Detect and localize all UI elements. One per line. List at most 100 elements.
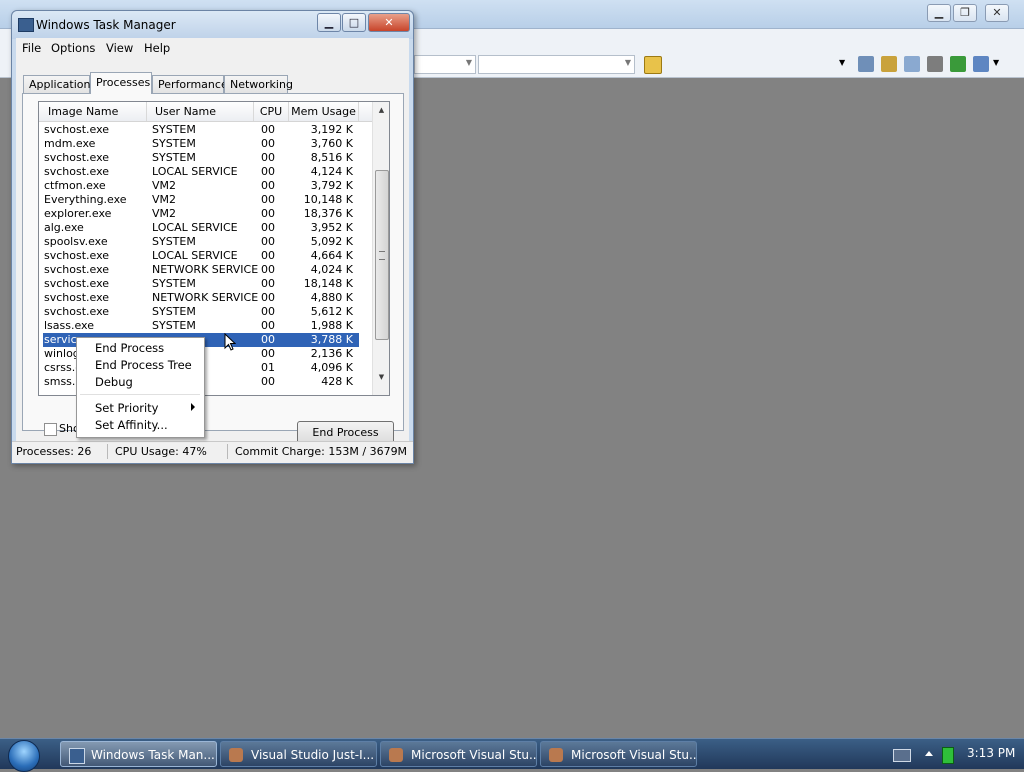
cell-mem-usage: 18,376 K <box>303 207 353 220</box>
cell-image-name: svchost.exe <box>44 249 110 262</box>
table-row[interactable]: mdm.exe SYSTEM 00 3,760 K <box>39 137 372 151</box>
show-all-processes-checkbox[interactable] <box>44 423 57 436</box>
taskbar-button-task-manager[interactable]: Windows Task Man... <box>60 741 217 767</box>
cell-cpu: 00 <box>261 123 275 136</box>
enter-icon[interactable] <box>950 56 966 72</box>
ctx-set-affinity[interactable]: Set Affinity... <box>95 418 168 432</box>
process-list-scrollbar[interactable]: ▲ ▼ <box>372 102 389 395</box>
properties-icon[interactable] <box>881 56 897 72</box>
cell-image-name: alg.exe <box>44 221 84 234</box>
menu-help[interactable]: Help <box>144 41 170 55</box>
table-row[interactable]: svchost.exe LOCAL SERVICE 00 4,124 K <box>39 165 372 179</box>
tools-icon[interactable] <box>927 56 943 72</box>
cell-image-name: Everything.exe <box>44 193 127 206</box>
start-button[interactable] <box>8 740 40 772</box>
keyboard-icon[interactable] <box>893 749 911 762</box>
table-row[interactable]: Everything.exe VM2 00 10,148 K <box>39 193 372 207</box>
grip-icon <box>379 251 385 260</box>
menu-view[interactable]: View <box>106 41 133 55</box>
scroll-down-arrow-icon[interactable]: ▼ <box>373 369 389 386</box>
toolbar-combo[interactable]: ▼ <box>414 55 476 74</box>
table-row[interactable]: svchost.exe NETWORK SERVICE 00 4,024 K <box>39 263 372 277</box>
scrollbar-thumb[interactable] <box>375 170 389 340</box>
task-manager-icon <box>18 18 34 32</box>
clock[interactable]: 3:13 PM <box>967 746 1015 760</box>
cell-cpu: 00 <box>261 263 275 276</box>
ctx-debug[interactable]: Debug <box>95 375 133 389</box>
minimize-icon[interactable]: ▁ <box>927 4 951 22</box>
cell-mem-usage: 4,124 K <box>310 165 353 178</box>
cell-cpu: 00 <box>261 375 275 388</box>
submenu-arrow-icon <box>191 403 195 411</box>
column-user-name[interactable]: User Name <box>147 102 254 121</box>
cell-mem-usage: 2,136 K <box>310 347 353 360</box>
restore-icon[interactable]: ❐ <box>953 4 977 22</box>
tab-performance[interactable]: Performance <box>152 75 228 93</box>
table-row[interactable]: ctfmon.exe VM2 00 3,792 K <box>39 179 372 193</box>
taskbar-button-vs-1[interactable]: Microsoft Visual Stu... <box>380 741 537 767</box>
table-row[interactable]: svchost.exe SYSTEM 00 5,612 K <box>39 305 372 319</box>
close-icon[interactable]: ✕ <box>368 13 410 32</box>
show-hidden-icons-icon[interactable] <box>925 751 933 756</box>
menu-options[interactable]: Options <box>51 41 95 55</box>
column-cpu[interactable]: CPU <box>254 102 289 121</box>
cell-image-name: svchost.exe <box>44 123 110 136</box>
taskbar-button-vs-jit[interactable]: Visual Studio Just-I... <box>220 741 377 767</box>
cell-cpu: 00 <box>261 305 275 318</box>
cell-user-name: NETWORK SERVICE <box>152 263 259 276</box>
column-mem-usage[interactable]: Mem Usage <box>289 102 359 121</box>
table-row[interactable]: svchost.exe SYSTEM 00 3,192 K <box>39 123 372 137</box>
ctx-set-priority[interactable]: Set Priority <box>95 401 158 415</box>
close-icon[interactable]: ✕ <box>985 4 1009 22</box>
cell-mem-usage: 5,612 K <box>310 305 353 318</box>
open-folder-icon[interactable] <box>644 56 662 74</box>
scroll-up-arrow-icon[interactable]: ▲ <box>373 102 389 119</box>
column-image-name[interactable]: Image Name <box>39 102 147 121</box>
maximize-icon[interactable]: □ <box>342 13 366 32</box>
network-meter-icon[interactable] <box>942 747 954 764</box>
table-row[interactable]: lsass.exe SYSTEM 00 1,988 K <box>39 319 372 333</box>
window-icon[interactable] <box>973 56 989 72</box>
cell-user-name: VM2 <box>152 193 177 206</box>
cell-cpu: 00 <box>261 291 275 304</box>
cell-mem-usage: 8,516 K <box>310 151 353 164</box>
cell-mem-usage: 3,792 K <box>310 179 353 192</box>
find-icon[interactable] <box>858 56 874 72</box>
table-row[interactable]: explorer.exe VM2 00 18,376 K <box>39 207 372 221</box>
dropdown-arrow-icon[interactable]: ▼ <box>993 58 1001 74</box>
cell-mem-usage: 3,952 K <box>310 221 353 234</box>
status-bar: Processes: 26 CPU Usage: 47% Commit Char… <box>12 441 413 463</box>
cell-cpu: 00 <box>261 333 275 346</box>
minimize-icon[interactable]: ▁ <box>317 13 341 32</box>
table-row[interactable]: svchost.exe SYSTEM 00 18,148 K <box>39 277 372 291</box>
cell-user-name: LOCAL SERVICE <box>152 221 238 234</box>
cell-image-name: lsass.exe <box>44 319 94 332</box>
cell-cpu: 00 <box>261 207 275 220</box>
taskbar-button-vs-2[interactable]: Microsoft Visual Stu... <box>540 741 697 767</box>
table-row[interactable]: alg.exe LOCAL SERVICE 00 3,952 K <box>39 221 372 235</box>
cell-cpu: 00 <box>261 221 275 234</box>
cell-mem-usage: 3,760 K <box>310 137 353 150</box>
cell-user-name: SYSTEM <box>152 151 196 164</box>
ctx-end-process-tree[interactable]: End Process Tree <box>95 358 192 372</box>
tab-applications[interactable]: Applications <box>23 75 96 93</box>
tab-networking[interactable]: Networking <box>224 75 293 93</box>
table-row[interactable]: svchost.exe SYSTEM 00 8,516 K <box>39 151 372 165</box>
toolbar-combo[interactable]: ▼ <box>478 55 635 74</box>
cell-user-name: VM2 <box>152 207 177 220</box>
cell-image-name: explorer.exe <box>44 207 112 220</box>
cell-image-name: svchost.exe <box>44 165 110 178</box>
cell-mem-usage: 4,024 K <box>310 263 353 276</box>
table-row[interactable]: svchost.exe LOCAL SERVICE 00 4,664 K <box>39 249 372 263</box>
cell-mem-usage: 428 K <box>321 375 353 388</box>
cell-image-name: svchost.exe <box>44 291 110 304</box>
dropdown-arrow-icon[interactable]: ▼ <box>839 58 847 74</box>
object-browser-icon[interactable] <box>904 56 920 72</box>
tab-processes[interactable]: Processes <box>90 72 152 94</box>
table-row[interactable]: spoolsv.exe SYSTEM 00 5,092 K <box>39 235 372 249</box>
ctx-end-process[interactable]: End Process <box>95 341 164 355</box>
menu-file[interactable]: File <box>22 41 41 55</box>
task-manager-titlebar[interactable]: Windows Task Manager ▁ □ ✕ <box>12 11 413 39</box>
cell-user-name: LOCAL SERVICE <box>152 165 238 178</box>
table-row[interactable]: svchost.exe NETWORK SERVICE 00 4,880 K <box>39 291 372 305</box>
